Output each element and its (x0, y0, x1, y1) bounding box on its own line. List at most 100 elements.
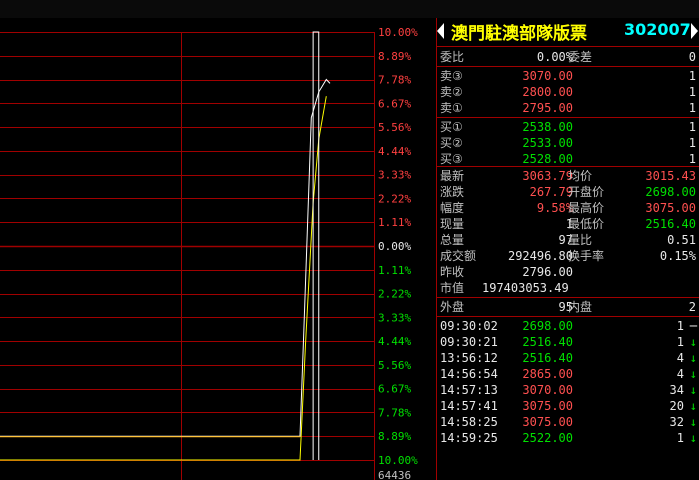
amount-row: 成交额 292496.80 换手率 0.15% (437, 248, 699, 264)
y-tick-label: 6.67% (378, 383, 411, 396)
outer-label: 外盘 (440, 300, 465, 314)
open-value: 2698.00 (645, 185, 696, 199)
buy-level-volume: 1 (688, 136, 696, 150)
buy-level-label: 买② (440, 136, 463, 150)
y-tick-label: 1.11% (378, 264, 411, 277)
tick-volume: 34 (669, 383, 684, 397)
quote-panel: 澳門駐澳部隊版票 302007 委比 0.00% 委差 0 最新 3063.79… (436, 18, 699, 480)
vol-ratio-label: 量比 (568, 233, 593, 247)
tick-direction-icon: ↓ (689, 415, 697, 429)
tick-price: 2698.00 (522, 319, 573, 333)
y-tick-label: 8.89% (378, 50, 411, 63)
tick-row[interactable]: 14:57:41 3075.00 20 ↓ (437, 398, 699, 414)
tick-time: 14:59:25 (440, 431, 498, 445)
tick-direction-icon: ─ (689, 319, 697, 333)
tick-volume: 1 (676, 319, 684, 333)
tick-row[interactable]: 14:57:13 3070.00 34 ↓ (437, 382, 699, 398)
y-tick-label: 10.00% (378, 26, 418, 39)
avg-value: 3015.43 (645, 169, 696, 183)
sell-level-label: 卖① (440, 101, 463, 115)
top-bar (0, 0, 699, 18)
divider (437, 117, 699, 118)
buy-level-row[interactable]: 买② 2533.00 1 (437, 135, 699, 151)
tick-direction-icon: ↓ (689, 335, 697, 349)
sell-level-row[interactable]: 卖③ 3070.00 1 (437, 68, 699, 84)
y-tick-label: 1.11% (378, 216, 411, 229)
divider (437, 316, 699, 317)
y-tick-label: 3.33% (378, 169, 411, 182)
tick-direction-icon: ↓ (689, 383, 697, 397)
y-tick-label: 2.22% (378, 192, 411, 205)
inner-value: 2 (688, 300, 696, 314)
buy-level-price: 2533.00 (522, 136, 573, 150)
buy-level-row[interactable]: 买③ 2528.00 1 (437, 151, 699, 167)
prev-stock-icon[interactable] (437, 23, 444, 39)
total-vol-label: 总量 (440, 233, 465, 247)
amount-value: 292496.80 (507, 249, 573, 263)
buy-level-label: 买① (440, 120, 463, 134)
market-cap-value: 197403053.49 (482, 281, 569, 295)
sell-level-label: 卖② (440, 85, 463, 99)
volume-label: 64436 (378, 469, 411, 480)
tick-row[interactable]: 09:30:02 2698.00 1 ─ (437, 318, 699, 334)
inner-label: 内盘 (568, 300, 593, 314)
sell-level-label: 卖③ (440, 69, 463, 83)
sell-level-row[interactable]: 卖① 2795.00 1 (437, 100, 699, 116)
sell-level-price: 2795.00 (522, 101, 573, 115)
tick-row[interactable]: 09:30:21 2516.40 1 ↓ (437, 334, 699, 350)
flow-row: 外盘 95 内盘 2 (437, 299, 699, 315)
market-cap-row: 市值 197403053.49 (437, 280, 699, 296)
y-tick-label: 4.44% (378, 145, 411, 158)
turnover-label: 换手率 (568, 249, 605, 263)
divider (437, 297, 699, 298)
next-stock-icon[interactable] (691, 23, 698, 39)
y-tick-label: 6.67% (378, 97, 411, 110)
tick-direction-icon: ↓ (689, 351, 697, 365)
commission-diff-value: 0 (688, 50, 696, 64)
stock-name: 澳門駐澳部隊版票 (451, 24, 587, 44)
cur-vol-row: 现量 1 最低价 2516.40 (437, 216, 699, 232)
tick-direction-icon: ↓ (689, 399, 697, 413)
intraday-chart: 10.00% 8.89% 7.78% 6.67% 5.56% 4.44% 3.33% 2.22… (0, 26, 418, 480)
tick-time: 13:56:12 (440, 351, 498, 365)
sell-level-row[interactable]: 卖② 2800.00 1 (437, 84, 699, 100)
tick-row[interactable]: 14:59:25 2522.00 1 ↓ (437, 430, 699, 446)
change-value: 267.79 (529, 185, 573, 199)
buy-level-row[interactable]: 买① 2538.00 1 (437, 119, 699, 135)
tick-row[interactable]: 14:58:25 3075.00 32 ↓ (437, 414, 699, 430)
tick-price: 3070.00 (522, 383, 573, 397)
tick-time: 14:57:13 (440, 383, 498, 397)
y-tick-label: 7.78% (378, 406, 411, 419)
price-line (0, 78, 331, 437)
y-tick-label: 5.56% (378, 121, 411, 134)
tick-time: 09:30:21 (440, 335, 498, 349)
tick-time: 09:30:02 (440, 319, 498, 333)
tick-price: 2522.00 (522, 431, 573, 445)
tick-volume: 1 (676, 431, 684, 445)
sell-level-volume: 1 (688, 85, 696, 99)
commission-ratio-label: 委比 (440, 50, 465, 64)
buy-level-volume: 1 (688, 120, 696, 134)
prev-close-row: 昨收 2796.00 (437, 264, 699, 280)
change-label: 涨跌 (440, 185, 465, 199)
y-tick-label: 0.00% (378, 240, 411, 253)
latest-row: 最新 3063.79 均价 3015.43 (437, 168, 699, 184)
sell-level-volume: 1 (688, 69, 696, 83)
divider (437, 46, 699, 47)
sell-level-price: 3070.00 (522, 69, 573, 83)
y-tick-label: 5.56% (378, 359, 411, 372)
tick-price: 3075.00 (522, 399, 573, 413)
avg-label: 均价 (568, 169, 593, 183)
range-row: 幅度 9.58% 最高价 3075.00 (437, 200, 699, 216)
tick-direction-icon: ↓ (689, 431, 697, 445)
tick-direction-icon: ↓ (689, 367, 697, 381)
average-price-line (0, 96, 327, 461)
amount-label: 成交额 (440, 249, 477, 263)
tick-price: 2516.40 (522, 335, 573, 349)
y-tick-label: 4.44% (378, 335, 411, 348)
buy-level-volume: 1 (688, 152, 696, 166)
tick-row[interactable]: 14:56:54 2865.00 4 ↓ (437, 366, 699, 382)
prev-close-value: 2796.00 (522, 265, 573, 279)
tick-row[interactable]: 13:56:12 2516.40 4 ↓ (437, 350, 699, 366)
sell-level-volume: 1 (688, 101, 696, 115)
